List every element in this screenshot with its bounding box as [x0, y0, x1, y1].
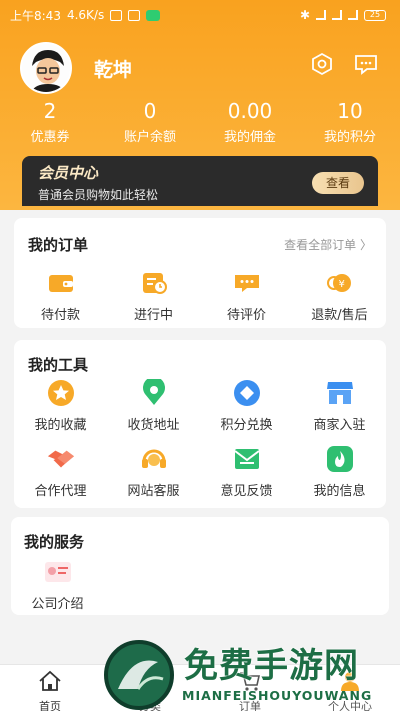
- tool-my-info[interactable]: 我的信息: [293, 446, 386, 499]
- battery-icon: 25: [364, 9, 386, 21]
- mail-icon: [232, 446, 262, 472]
- message-icon[interactable]: [353, 52, 377, 76]
- stat-label: 优惠券: [30, 130, 70, 145]
- tool-address[interactable]: 收货地址: [107, 379, 200, 433]
- tool-label: 商家入驻: [313, 418, 366, 433]
- flame-icon: [325, 446, 355, 472]
- tool-label: 意见反馈: [220, 484, 273, 499]
- watermark-logo: [104, 640, 174, 710]
- stat-points[interactable]: 10 我的积分: [300, 98, 400, 145]
- order-item-label: 进行中: [133, 308, 173, 323]
- stat-coupons[interactable]: 2 优惠券: [0, 98, 100, 145]
- location-icon: [139, 379, 169, 406]
- my-tools-card: 我的工具 我的收藏 收货地址 积分兑换 商家入驻 合作代理 网站客服 意见反馈 …: [14, 340, 386, 508]
- home-icon: [38, 670, 62, 696]
- order-item-label: 退款/售后: [311, 308, 368, 323]
- tool-points-exchange[interactable]: 积分兑换: [200, 380, 293, 433]
- order-to-review[interactable]: 待评价: [200, 270, 293, 323]
- comment-icon: [232, 270, 262, 296]
- refund-icon: ¥: [325, 270, 355, 296]
- service-company-intro[interactable]: 公司介绍: [11, 559, 104, 612]
- tab-home[interactable]: 首页: [0, 665, 100, 711]
- star-icon: [46, 380, 76, 406]
- watermark-subtitle: MIANFEISHOUYOUWANG: [182, 688, 373, 703]
- tool-label: 网站客服: [127, 484, 180, 499]
- stat-value: 10: [337, 99, 363, 123]
- bluetooth-icon: ✱: [299, 8, 310, 22]
- status-bar: 上午8:43 4.6K/s ✱ 25: [0, 0, 400, 30]
- stat-value: 0: [143, 99, 157, 123]
- settings-gear-icon[interactable]: [310, 52, 334, 76]
- status-time: 上午8:43: [10, 8, 61, 23]
- status-speed: 4.6K/s: [66, 8, 105, 22]
- svg-text:¥: ¥: [338, 279, 344, 290]
- tool-label: 合作代理: [34, 484, 87, 499]
- wechat-icon: [146, 9, 161, 21]
- my-services-card: 我的服务 公司介绍: [11, 517, 389, 615]
- tool-partner-agent[interactable]: 合作代理: [14, 446, 107, 499]
- stat-value: 2: [43, 99, 57, 123]
- tool-customer-service[interactable]: 网站客服: [107, 446, 200, 499]
- stat-label: 账户余额: [123, 130, 176, 145]
- headset-icon: [139, 446, 169, 472]
- diamond-icon: [232, 380, 262, 406]
- orders-title: 我的订单: [28, 236, 89, 254]
- gallery-icon: [128, 9, 141, 21]
- notification-icon: [110, 9, 123, 21]
- tool-merchant-join[interactable]: 商家入驻: [293, 380, 386, 433]
- company-icon: [43, 559, 73, 585]
- order-pending-payment[interactable]: 待付款: [14, 270, 107, 323]
- vip-center-banner[interactable]: 会员中心 普通会员购物如此轻松 查看: [22, 156, 378, 206]
- avatar[interactable]: [20, 42, 72, 94]
- services-title: 我的服务: [24, 533, 85, 551]
- username: 乾坤: [94, 58, 133, 81]
- watermark-title: 免费手游网: [184, 646, 359, 686]
- order-refund-aftersale[interactable]: ¥ 退款/售后: [293, 270, 386, 323]
- view-all-orders-link[interactable]: 查看全部订单 〉: [284, 236, 372, 253]
- stat-label: 我的佣金: [223, 130, 276, 145]
- order-item-label: 待付款: [40, 308, 80, 323]
- stat-label: 我的积分: [323, 130, 376, 145]
- shop-icon: [325, 380, 355, 406]
- my-orders-card: 我的订单 查看全部订单 〉 待付款 进行中 待评价 ¥ 退款/售后: [14, 218, 386, 328]
- service-label: 公司介绍: [31, 597, 84, 612]
- tool-favorites[interactable]: 我的收藏: [14, 380, 107, 433]
- tools-title: 我的工具: [28, 356, 89, 374]
- handshake-icon: [46, 446, 76, 472]
- profile-header[interactable]: 乾坤: [20, 42, 132, 94]
- signal-icon: [316, 10, 326, 20]
- signal-2-icon: [332, 10, 342, 20]
- tool-label: 我的信息: [313, 484, 366, 499]
- stat-balance[interactable]: 0 账户余额: [100, 98, 200, 145]
- vip-subtitle: 普通会员购物如此轻松: [38, 188, 159, 202]
- order-progress-icon: [139, 270, 169, 296]
- vip-title: 会员中心: [38, 164, 99, 182]
- tool-label: 我的收藏: [34, 418, 87, 433]
- wifi-icon: [348, 10, 358, 20]
- account-stats: 2 优惠券 0 账户余额 0.00 我的佣金 10 我的积分: [0, 98, 400, 145]
- tool-feedback[interactable]: 意见反馈: [200, 446, 293, 499]
- tool-label: 收货地址: [127, 418, 180, 433]
- order-in-progress[interactable]: 进行中: [107, 270, 200, 323]
- vip-view-button[interactable]: 查看: [312, 172, 364, 194]
- tool-label: 积分兑换: [220, 418, 273, 433]
- tab-label: 首页: [39, 700, 61, 711]
- site-watermark: 免费手游网 MIANFEISHOUYOUWANG: [104, 638, 394, 711]
- order-item-label: 待评价: [226, 308, 266, 323]
- stat-commission[interactable]: 0.00 我的佣金: [200, 98, 300, 145]
- wallet-icon: [46, 270, 76, 296]
- stat-value: 0.00: [227, 99, 273, 123]
